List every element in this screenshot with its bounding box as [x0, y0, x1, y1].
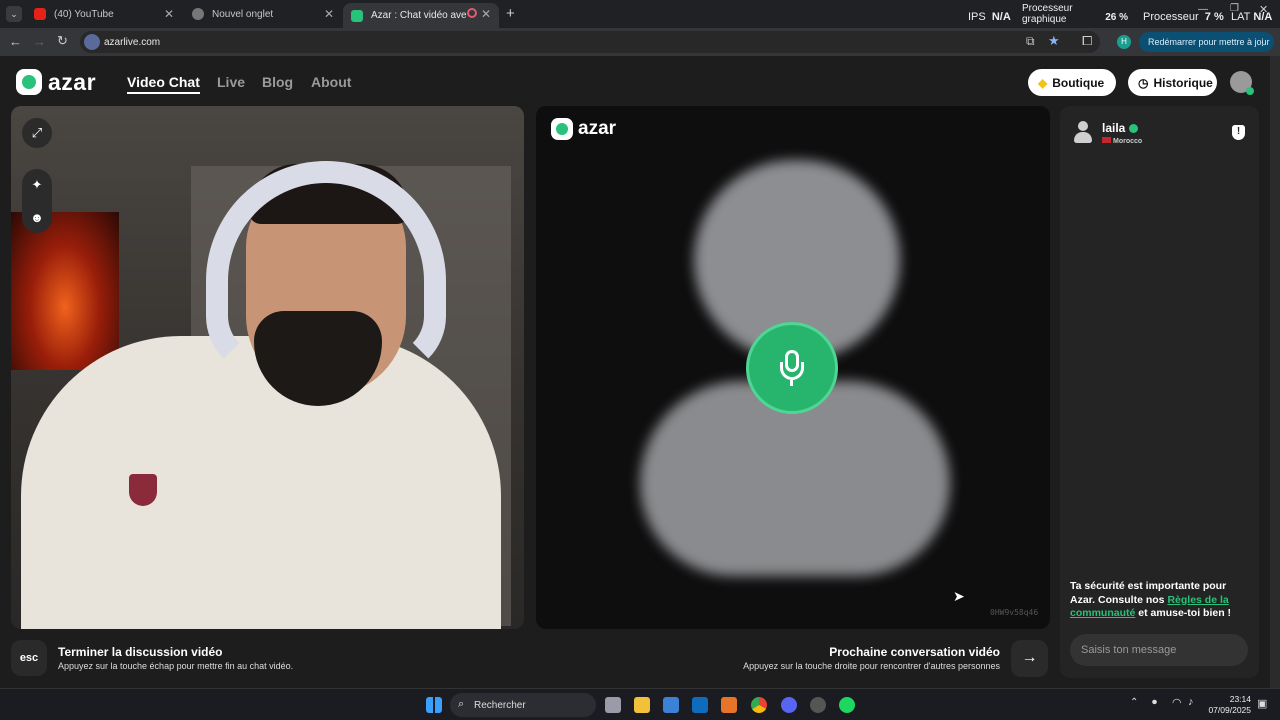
historique-button[interactable]: ◷ Historique [1128, 69, 1217, 96]
store-icon[interactable] [663, 697, 679, 713]
search-icon: ⌕ [458, 698, 465, 710]
azar-page: azar Video Chat Live Blog About ◆ Boutiq… [0, 56, 1270, 688]
site-info-icon[interactable] [84, 34, 100, 50]
cast-icon[interactable]: ⧉ [1026, 34, 1035, 49]
bookmark-star-icon[interactable]: ★ [1048, 33, 1060, 49]
end-chat-hint: Appuyez sur la touche échap pour mettre … [58, 661, 294, 671]
sparkle-icon: ✦ [31, 177, 43, 193]
page-scrollbar[interactable] [1270, 56, 1280, 688]
nav-about[interactable]: About [311, 74, 351, 90]
my-camera-view [11, 106, 524, 629]
partner-name: laila [1102, 121, 1138, 135]
tab-label: Nouvel onglet [212, 8, 274, 20]
clock[interactable]: 23:14 07/09/2025 [1205, 694, 1251, 716]
app-circle-icon[interactable] [810, 697, 826, 713]
file-explorer-icon[interactable] [634, 697, 650, 713]
partner-country: Morocco [1102, 137, 1142, 145]
chrome-icon [192, 8, 204, 20]
sticker-icon: ☻ [30, 209, 44, 225]
address-bar-row: ← → ↻ azarlive.com ⧉ ★ ⧠ H Redémarrer po… [0, 28, 1280, 56]
tab-label: Azar : Chat vidéo avec de n [371, 10, 467, 21]
next-chat-title: Prochaine conversation vidéo [829, 645, 1000, 659]
chrome-taskbar-icon[interactable] [751, 697, 767, 713]
close-icon[interactable]: ✕ [324, 7, 334, 21]
partner-video-view: azar 0HW9v58q46 [536, 106, 1050, 629]
azar-icon [351, 9, 363, 22]
arrow-right-icon: → [1021, 649, 1038, 666]
mic-tray-icon[interactable]: ⏺ [1152, 697, 1157, 708]
tab-label: (40) YouTube [54, 8, 114, 20]
nav-blog[interactable]: Blog [262, 74, 293, 90]
spotify-icon[interactable] [839, 697, 855, 713]
task-view-icon[interactable] [605, 697, 621, 713]
close-window-icon[interactable]: ✕ [1259, 3, 1268, 16]
taskbar-search[interactable]: ⌕ Rechercher [450, 693, 596, 717]
shirt-crest [129, 474, 157, 506]
online-dot-icon [1246, 87, 1254, 95]
azar-logo[interactable]: azar [16, 69, 96, 95]
app-orange-icon[interactable] [721, 697, 737, 713]
morocco-flag-icon [1102, 137, 1111, 143]
expand-icon: ⤢ [31, 125, 43, 140]
perf-cpu: Processeur 7 % [1143, 11, 1224, 23]
person-shirt [21, 336, 501, 629]
minimize-icon[interactable]: — [1198, 4, 1208, 15]
perf-ips: IPS N/A [968, 11, 1011, 23]
toggle-layout-button[interactable]: ⤢ [22, 118, 52, 148]
next-chat-button[interactable]: → [1011, 640, 1048, 677]
message-input[interactable]: Saisis ton message [1070, 634, 1248, 666]
verified-icon [1128, 124, 1138, 134]
tray-chevron-icon[interactable]: ⌃ [1130, 697, 1138, 708]
close-icon[interactable]: ✕ [481, 7, 491, 21]
partner-watermark: azar [551, 118, 616, 140]
youtube-icon [34, 8, 46, 20]
mouse-cursor-icon: ➤ [953, 588, 965, 604]
discord-icon[interactable] [781, 697, 797, 713]
url-field[interactable]: azarlive.com [80, 31, 1100, 53]
close-icon[interactable]: ✕ [164, 7, 174, 21]
azar-logo-icon [16, 69, 42, 95]
wifi-icon[interactable]: ◠ [1172, 696, 1182, 709]
tab-azar[interactable]: Azar : Chat vidéo avec de n ✕ [343, 3, 499, 28]
notifications-icon[interactable]: ▣ [1257, 697, 1267, 710]
tab-youtube[interactable]: (40) YouTube ✕ [26, 3, 182, 25]
forward-icon[interactable]: → [33, 34, 46, 49]
session-code: 0HW9v58q46 [990, 608, 1039, 617]
outlook-icon[interactable] [692, 697, 708, 713]
windows-start-icon[interactable] [426, 697, 442, 713]
recording-icon [467, 8, 477, 18]
update-button[interactable]: Redémarrer pour mettre à jour ⋮ [1139, 32, 1274, 52]
safety-notice: Ta sécurité est importante pour Azar. Co… [1070, 580, 1232, 619]
tab-search-button[interactable]: ⌄ [6, 6, 22, 22]
mic-button[interactable] [746, 322, 838, 414]
tab-new[interactable]: Nouvel onglet ✕ [184, 3, 342, 25]
windows-taskbar: ⌕ Rechercher ⌃ ⏺ ◠ ♪ 23:14 07/09/2025 ▣ [0, 688, 1280, 720]
fireplace-screen [11, 212, 119, 370]
history-icon: ◷ [1138, 75, 1149, 90]
next-chat-hint: Appuyez sur la touche droite pour rencon… [743, 661, 1000, 671]
boutique-button[interactable]: ◆ Boutique [1028, 69, 1116, 96]
partner-avatar [1073, 121, 1093, 143]
restore-icon[interactable]: ❐ [1230, 3, 1239, 14]
back-icon[interactable]: ← [9, 34, 22, 49]
profile-avatar[interactable]: H [1117, 35, 1131, 49]
perf-gpu: Processeur graphique 26 % [1022, 3, 1128, 25]
azar-watermark-icon [551, 118, 573, 140]
esc-key-button[interactable]: esc [11, 640, 47, 676]
reload-icon[interactable]: ↻ [57, 33, 68, 49]
gem-icon: ◆ [1038, 75, 1048, 90]
user-avatar[interactable] [1230, 71, 1254, 95]
nav-live[interactable]: Live [217, 74, 245, 90]
extensions-icon[interactable]: ⧠ [1082, 33, 1092, 49]
microphone-icon [780, 350, 804, 386]
new-tab-button[interactable]: + [506, 5, 515, 22]
effects-button[interactable]: ✦ ☻ [22, 169, 52, 233]
chat-panel: laila Morocco ! Ta sécurité est importan… [1060, 106, 1259, 678]
browser-tab-bar: ⌄ (40) YouTube ✕ Nouvel onglet ✕ Azar : … [0, 0, 1280, 28]
volume-icon[interactable]: ♪ [1188, 696, 1194, 708]
nav-video-chat[interactable]: Video Chat [127, 74, 200, 94]
report-button[interactable]: ! [1232, 125, 1245, 140]
end-chat-title: Terminer la discussion vidéo [58, 645, 223, 659]
